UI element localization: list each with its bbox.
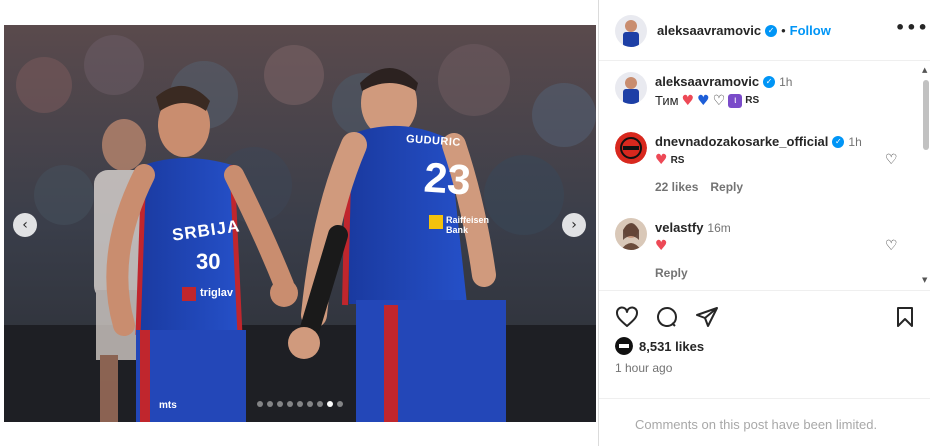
comment-time: 1h <box>779 74 793 89</box>
like-comment-button[interactable]: ♡ <box>885 152 898 168</box>
header-username[interactable]: aleksaavramovic <box>657 23 761 38</box>
comment-button[interactable] <box>655 305 679 329</box>
flag-rs: RS <box>745 95 760 106</box>
carousel-dot[interactable] <box>257 401 263 407</box>
follow-separator: • <box>781 23 786 38</box>
comment-likes[interactable]: 22 likes <box>655 180 698 194</box>
avatar[interactable] <box>615 15 647 47</box>
verified-badge-icon: ✓ <box>765 24 778 37</box>
avatar[interactable] <box>615 218 647 250</box>
post-photo[interactable]: SRBIJA 30 GUDURIC 23 triglav Raiffeisen … <box>4 25 596 422</box>
comments-list: aleksaavramovic ✓ 1h Тим ♥ ♥ ♡ ι RS dnev… <box>599 62 930 290</box>
comment-time: 1h <box>848 134 862 149</box>
carousel-next-button[interactable]: › <box>562 213 586 237</box>
comment-username[interactable]: dnevnadozakosarke_official <box>655 134 828 149</box>
sponsor-right-text: Raiffeisen Bank <box>446 215 490 235</box>
comment-text: Тим <box>655 93 679 108</box>
scroll-thumb[interactable] <box>923 80 929 150</box>
avatar[interactable] <box>615 72 647 104</box>
comment-username[interactable]: aleksaavramovic <box>655 74 759 89</box>
comment-username[interactable]: velastfy <box>655 220 703 235</box>
comment-icon <box>657 307 677 328</box>
comment-time: 16m <box>707 220 731 235</box>
comments-limited-text: Comments on this post have been limited. <box>635 417 878 432</box>
red-heart-icon: ♥ <box>655 238 668 254</box>
heart-icon <box>616 306 638 327</box>
red-heart-icon: ♥ <box>655 152 668 168</box>
post-side-panel: aleksaavramovic ✓ • Follow ••• aleksaavr… <box>598 0 930 446</box>
white-heart-icon: ♡ <box>712 92 726 109</box>
carousel-dot[interactable] <box>337 401 343 407</box>
carousel-dot[interactable] <box>317 401 323 407</box>
carousel-dot[interactable] <box>307 401 313 407</box>
carousel-dot[interactable] <box>287 401 293 407</box>
jersey-left-number: 30 <box>196 249 221 274</box>
scroll-up-icon[interactable]: ▲ <box>922 66 927 74</box>
carousel-dot[interactable] <box>267 401 273 407</box>
sponsor-left-text: triglav <box>200 287 234 299</box>
likes-count[interactable]: 8,531 likes <box>639 339 704 354</box>
more-horizontal-icon: ••• <box>895 18 929 37</box>
blue-heart-icon: ♥ <box>697 92 710 109</box>
heart-outline-icon: ♡ <box>885 238 898 254</box>
like-comment-button[interactable]: ♡ <box>885 238 898 254</box>
comments-scrollbar[interactable]: ▲ ▼ <box>922 66 929 286</box>
carousel-dot[interactable] <box>277 401 283 407</box>
post-media: SRBIJA 30 GUDURIC 23 triglav Raiffeisen … <box>0 0 600 446</box>
like-button[interactable] <box>615 305 639 329</box>
reply-button[interactable]: Reply <box>710 180 743 194</box>
bookmark-icon <box>897 307 913 327</box>
heart-outline-icon: ♡ <box>885 152 898 168</box>
purple-box-icon: ι <box>728 93 743 108</box>
comments-limited-notice: Comments on this post have been limited. <box>599 398 930 446</box>
post-timestamp[interactable]: 1 hour ago <box>615 361 672 375</box>
post-actions: 8,531 likes 1 hour ago <box>599 290 930 390</box>
reply-button[interactable]: Reply <box>655 266 688 280</box>
chevron-right-icon: › <box>571 217 577 233</box>
scroll-down-icon[interactable]: ▼ <box>922 276 927 284</box>
verified-badge-icon: ✓ <box>832 135 845 148</box>
share-icon <box>696 307 718 327</box>
save-button[interactable] <box>893 305 917 329</box>
post-header: aleksaavramovic ✓ • Follow ••• <box>599 0 930 61</box>
avatar[interactable] <box>615 132 647 164</box>
verified-badge-icon: ✓ <box>763 75 776 88</box>
carousel-dot[interactable] <box>327 401 333 407</box>
flag-rs: RS <box>670 154 685 166</box>
red-heart-icon: ♥ <box>681 92 695 109</box>
follow-button[interactable]: Follow <box>790 23 831 38</box>
chevron-left-icon: ‹ <box>22 217 28 233</box>
jersey-right-number: 23 <box>422 153 473 204</box>
carousel-prev-button[interactable]: ‹ <box>13 213 37 237</box>
avatar[interactable] <box>615 337 633 355</box>
carousel-dots <box>0 401 600 407</box>
more-options-button[interactable]: ••• <box>895 18 929 37</box>
share-button[interactable] <box>695 305 719 329</box>
carousel-dot[interactable] <box>297 401 303 407</box>
